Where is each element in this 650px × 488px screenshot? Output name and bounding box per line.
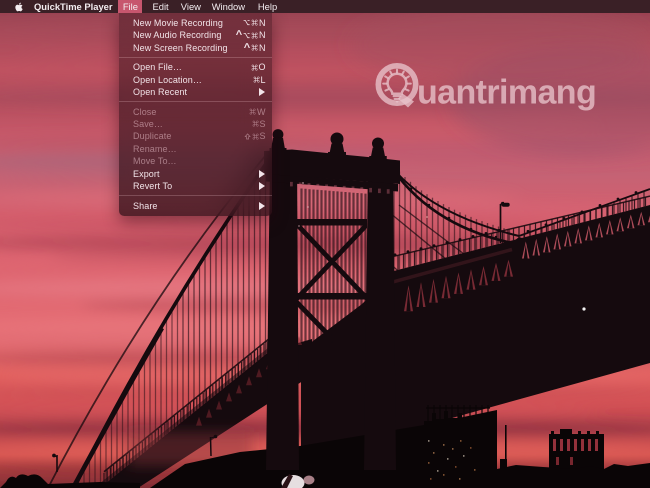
svg-text:uantrimang: uantrimang (417, 73, 596, 111)
